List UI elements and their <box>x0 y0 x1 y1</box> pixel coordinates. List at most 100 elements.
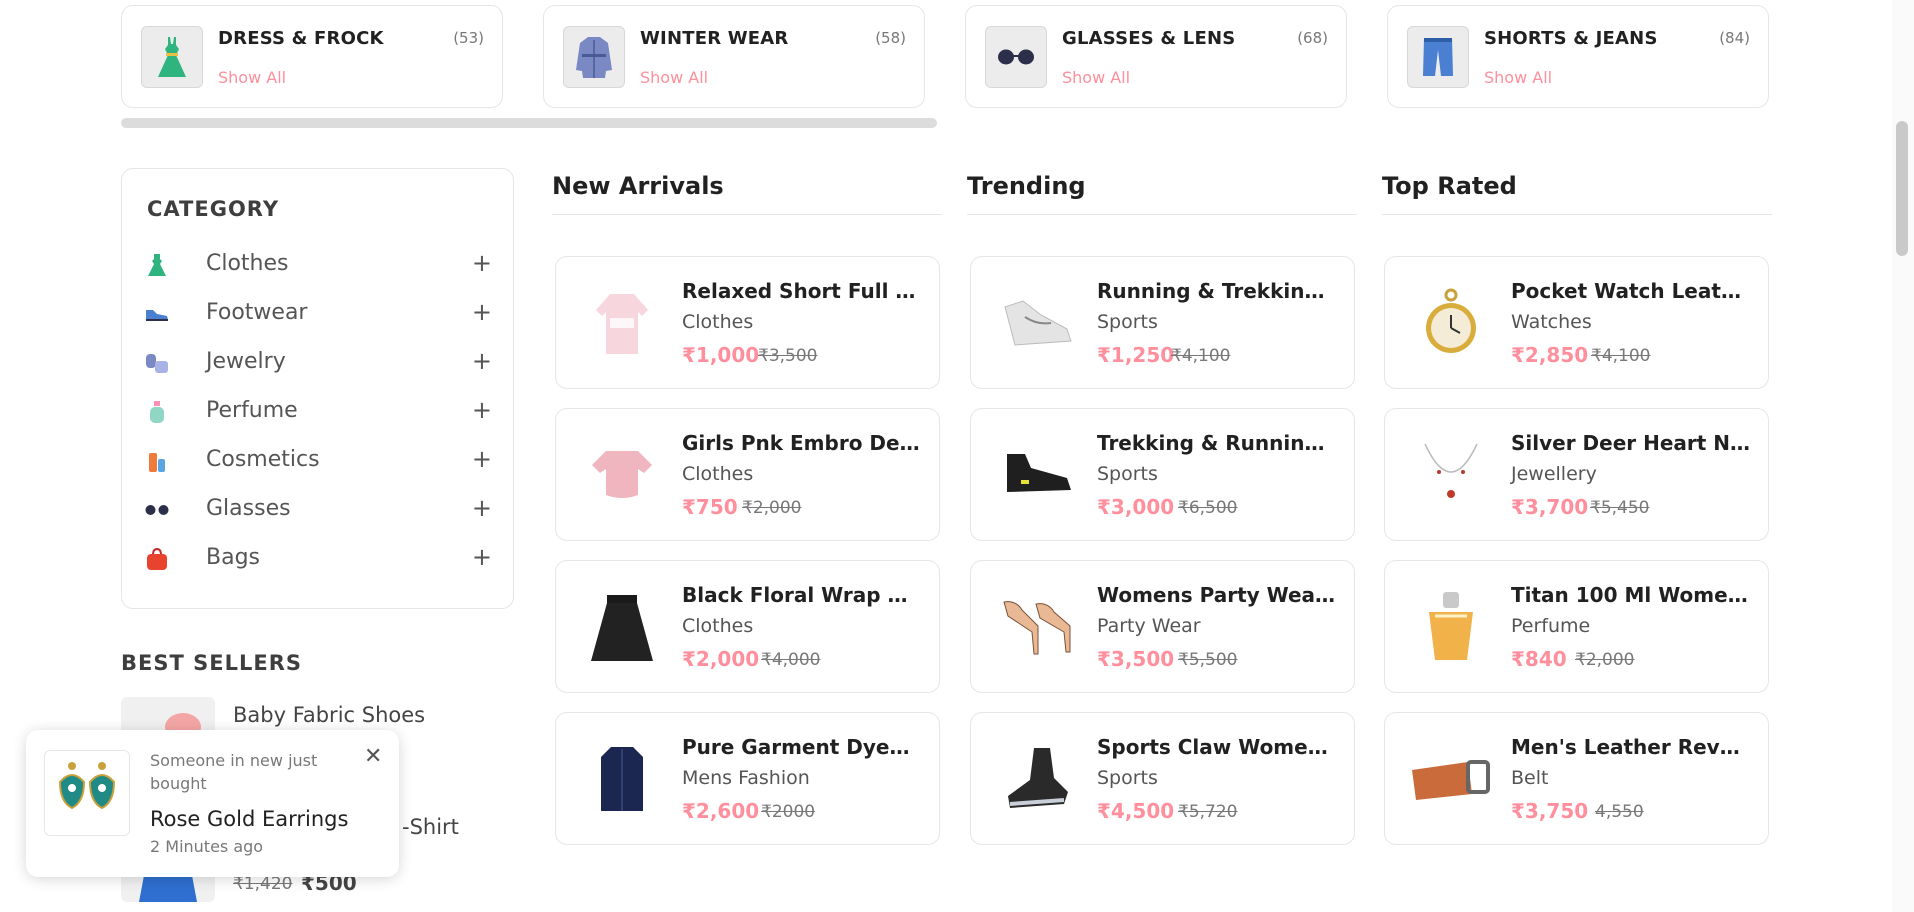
product-category: Clothes <box>682 311 754 333</box>
product-card[interactable]: Relaxed Short Full Sleeve T-Shirt Clothe… <box>555 256 940 389</box>
category-card-glasses[interactable]: GLASSES & LENS (68) Show All <box>965 5 1347 108</box>
product-category: Party Wear <box>1097 615 1201 637</box>
product-card[interactable]: Womens Party Wear Shoes Party Wear ₹3,50… <box>970 560 1355 693</box>
product-card[interactable]: Black Floral Wrap Midi Skirt Clothes ₹2,… <box>555 560 940 693</box>
product-category: Belt <box>1511 767 1549 789</box>
product-name[interactable]: Titan 100 Ml Womens Perfume <box>1511 583 1751 607</box>
plus-icon[interactable]: + <box>472 396 492 424</box>
show-all-link[interactable]: Show All <box>640 68 708 87</box>
product-old-price: ₹5,500 <box>1178 650 1238 670</box>
sweatshirt-image <box>578 279 666 367</box>
plus-icon[interactable]: + <box>472 347 492 375</box>
product-name[interactable]: Trekking & Running Shoes - black <box>1097 431 1337 455</box>
product-name[interactable]: Black Floral Wrap Midi Skirt <box>682 583 922 607</box>
plus-icon[interactable]: + <box>472 494 492 522</box>
sidebar-item-jewelry[interactable]: Jewelry + <box>145 347 492 381</box>
category-card-dress[interactable]: DRESS & FROCK (53) Show All <box>121 5 503 108</box>
sidebar-item-label: Jewelry <box>206 349 286 374</box>
product-name[interactable]: Womens Party Wear Shoes <box>1097 583 1337 607</box>
product-name[interactable]: Girls Pnk Embro Design Top <box>682 431 922 455</box>
column-title-top-rated: Top Rated <box>1382 172 1517 200</box>
category-card-winter[interactable]: WINTER WEAR (58) Show All <box>543 5 925 108</box>
show-all-link[interactable]: Show All <box>1062 68 1130 87</box>
belt-image <box>1407 735 1495 823</box>
product-old-price: ₹2000 <box>761 802 816 822</box>
glasses-icon <box>145 498 169 522</box>
sidebar-item-label: Clothes <box>206 251 289 276</box>
sidebar-item-label: Bags <box>206 545 261 570</box>
category-card-shorts[interactable]: SHORTS & JEANS (84) Show All <box>1387 5 1769 108</box>
product-card[interactable]: Pocket Watch Leather Pouch Watches ₹2,85… <box>1384 256 1769 389</box>
close-icon[interactable]: ✕ <box>364 744 382 769</box>
plus-icon[interactable]: + <box>472 249 492 277</box>
sidebar-item-cosmetics[interactable]: Cosmetics + <box>145 445 492 479</box>
product-category: Mens Fashion <box>682 767 810 789</box>
jewelry-icon <box>145 351 169 375</box>
product-category: Clothes <box>682 463 754 485</box>
pocket-watch-image <box>1407 279 1495 367</box>
sidebar-item-footwear[interactable]: Footwear + <box>145 298 492 332</box>
notification-product[interactable]: Rose Gold Earrings <box>150 807 348 831</box>
product-old-price: ₹5,450 <box>1590 498 1650 518</box>
column-divider <box>552 214 942 215</box>
product-category: Clothes <box>682 615 754 637</box>
product-name[interactable]: Running & Trekking Shoes - White <box>1097 279 1337 303</box>
shoe-image <box>993 431 1081 519</box>
product-price: ₹750 <box>682 495 738 519</box>
product-card[interactable]: Titan 100 Ml Womens Perfume Perfume ₹840… <box>1384 560 1769 693</box>
category-title: DRESS & FROCK <box>218 28 384 49</box>
category-count: (53) <box>453 29 484 47</box>
sidebar-item-glasses[interactable]: Glasses + <box>145 494 492 528</box>
product-card[interactable]: Pure Garment Dyed Cotton Shirt Mens Fash… <box>555 712 940 845</box>
notification-time: 2 Minutes ago <box>150 837 264 856</box>
notification-message: Someone in new just bought <box>150 751 318 793</box>
product-name[interactable]: Men's Leather Reversible Belt <box>1511 735 1751 759</box>
product-old-price: ₹4,100 <box>1591 346 1651 366</box>
product-old-price: ₹4,000 <box>761 650 821 670</box>
product-category: Watches <box>1511 311 1592 333</box>
product-card[interactable]: Sports Claw Women's Shoes Sports ₹4,500 … <box>970 712 1355 845</box>
product-price: ₹3,750 <box>1511 799 1589 823</box>
show-all-link[interactable]: Show All <box>218 68 286 87</box>
product-name[interactable]: Sports Claw Women's Shoes <box>1097 735 1337 759</box>
perfume-bottle-image <box>1407 583 1495 671</box>
sidebar-item-label: Perfume <box>206 398 298 423</box>
sidebar-item-bags[interactable]: Bags + <box>145 543 492 577</box>
product-card[interactable]: Men's Leather Reversible Belt Belt ₹3,75… <box>1384 712 1769 845</box>
product-price: ₹2,600 <box>682 799 760 823</box>
shorts-icon <box>1407 26 1469 88</box>
category-sidebar: CATEGORY Clothes + Footwear + Jewelry + … <box>121 168 514 609</box>
product-card[interactable]: Running & Trekking Shoes - White Sports … <box>970 256 1355 389</box>
product-price: ₹1,250 <box>1097 343 1175 367</box>
shoe-icon <box>145 302 169 326</box>
plus-icon[interactable]: + <box>472 298 492 326</box>
product-card[interactable]: Silver Deer Heart Necklace Jewellery ₹3,… <box>1384 408 1769 541</box>
shoe-image <box>993 279 1081 367</box>
product-price: ₹3,500 <box>1097 647 1175 671</box>
product-category: Sports <box>1097 767 1158 789</box>
product-name[interactable]: Pure Garment Dyed Cotton Shirt <box>682 735 922 759</box>
show-all-link[interactable]: Show All <box>1484 68 1552 87</box>
shirt-image <box>578 735 666 823</box>
product-name[interactable]: Relaxed Short Full Sleeve T-Shirt <box>682 279 922 303</box>
earrings-image[interactable] <box>44 750 130 836</box>
best-seller-name[interactable]: Baby Fabric Shoes <box>233 703 425 727</box>
product-card[interactable]: Girls Pnk Embro Design Top Clothes ₹750 … <box>555 408 940 541</box>
product-old-price: ₹6,500 <box>1178 498 1238 518</box>
skirt-image <box>578 583 666 671</box>
sidebar-item-label: Footwear <box>206 300 308 325</box>
category-scrollbar[interactable] <box>121 118 937 128</box>
column-title-trending: Trending <box>967 172 1086 200</box>
best-seller-name[interactable]: -Shirt <box>402 815 459 839</box>
perfume-icon <box>145 400 169 424</box>
sidebar-item-clothes[interactable]: Clothes + <box>145 249 492 283</box>
plus-icon[interactable]: + <box>472 445 492 473</box>
page-scrollbar-thumb[interactable] <box>1896 121 1908 256</box>
plus-icon[interactable]: + <box>472 543 492 571</box>
sidebar-item-label: Cosmetics <box>206 447 320 472</box>
sidebar-item-perfume[interactable]: Perfume + <box>145 396 492 430</box>
product-name[interactable]: Pocket Watch Leather Pouch <box>1511 279 1751 303</box>
glasses-icon <box>985 26 1047 88</box>
product-name[interactable]: Silver Deer Heart Necklace <box>1511 431 1751 455</box>
product-card[interactable]: Trekking & Running Shoes - black Sports … <box>970 408 1355 541</box>
